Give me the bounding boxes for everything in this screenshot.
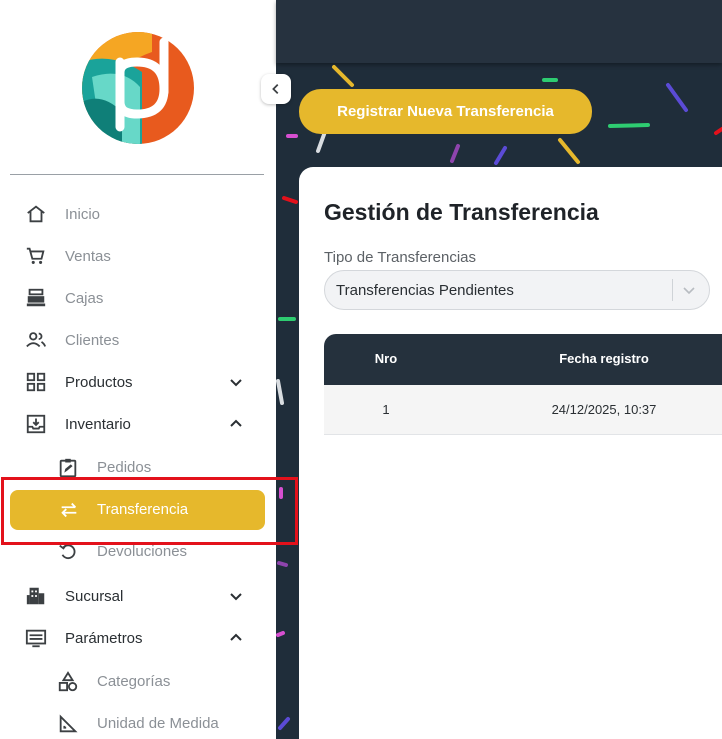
chevron-up-icon [230,633,242,641]
sidebar: Inicio Ventas Cajas Clientes Productos I… [0,0,276,739]
sidebar-item-parametros[interactable]: Parámetros [0,618,276,658]
column-header-nro: Nro [374,351,398,366]
cell-nro: 1 [382,402,390,417]
chevron-down-icon [683,287,695,295]
top-bar [276,0,722,63]
inbox-icon [26,414,46,434]
sidebar-subitem-categorias[interactable]: Categorías [0,662,276,702]
sidebar-item-sucursal[interactable]: Sucursal [0,576,276,616]
sidebar-item-productos[interactable]: Productos [0,362,276,402]
shapes-icon [58,671,78,692]
page-title: Gestión de Transferencia [324,199,599,225]
cash-register-icon [26,288,46,307]
sidebar-subitem-unidad-de-medida[interactable]: Unidad de Medida [0,704,276,739]
sidebar-item-label: Cajas [65,289,104,307]
sidebar-item-inicio[interactable]: Inicio [0,194,276,234]
table-row[interactable]: 1 24/12/2025, 10:37 [324,385,722,435]
register-transfer-button[interactable]: Registrar Nueva Transferencia [299,89,592,134]
sidebar-item-cajas[interactable]: Cajas [0,278,276,318]
cart-icon [26,247,45,264]
sidebar-subitem-label: Pedidos [97,459,152,476]
chevron-up-icon [230,419,242,427]
chevron-left-icon [272,84,279,94]
sidebar-item-inventario[interactable]: Inventario [0,404,276,444]
sidebar-item-label: Ventas [65,247,111,265]
cell-fecha-registro: 24/12/2025, 10:37 [551,402,657,417]
sidebar-item-label: Productos [65,373,133,391]
chevron-down-icon [230,379,242,387]
select-separator [672,279,673,301]
users-icon [26,332,47,348]
app-logo [82,32,194,144]
clipboard-edit-icon [59,458,77,478]
home-icon [27,205,45,223]
sidebar-collapse-button[interactable] [261,74,291,104]
sidebar-item-label: Inventario [65,415,131,433]
sliders-icon [25,629,47,648]
annotation-highlight-box [1,477,298,545]
transfer-type-select[interactable]: Transferencias Pendientes [324,270,710,310]
sidebar-item-clientes[interactable]: Clientes [0,320,276,360]
grid-icon [26,372,46,392]
transfer-type-value: Transferencias Pendientes [336,282,514,299]
ruler-icon [59,714,78,733]
sidebar-subitem-label: Categorías [97,673,171,690]
transfer-type-label: Tipo de Transferencias [324,249,477,266]
building-icon [26,587,45,605]
sidebar-item-ventas[interactable]: Ventas [0,236,276,276]
sidebar-item-label: Parámetros [65,629,143,647]
chevron-down-icon [230,593,242,601]
sidebar-item-label: Clientes [65,331,120,349]
sidebar-subitem-label: Unidad de Medida [97,715,219,732]
sidebar-divider [10,174,264,175]
column-header-fecha-registro: Fecha registro [559,351,649,366]
sidebar-subitem-label: Devoluciones [97,543,188,560]
sidebar-item-label: Sucursal [65,587,124,605]
transfer-management-card: Gestión de Transferencia Tipo de Transfe… [299,167,722,739]
sidebar-item-label: Inicio [65,205,101,223]
table-header: Nro Fecha registro [324,334,722,385]
